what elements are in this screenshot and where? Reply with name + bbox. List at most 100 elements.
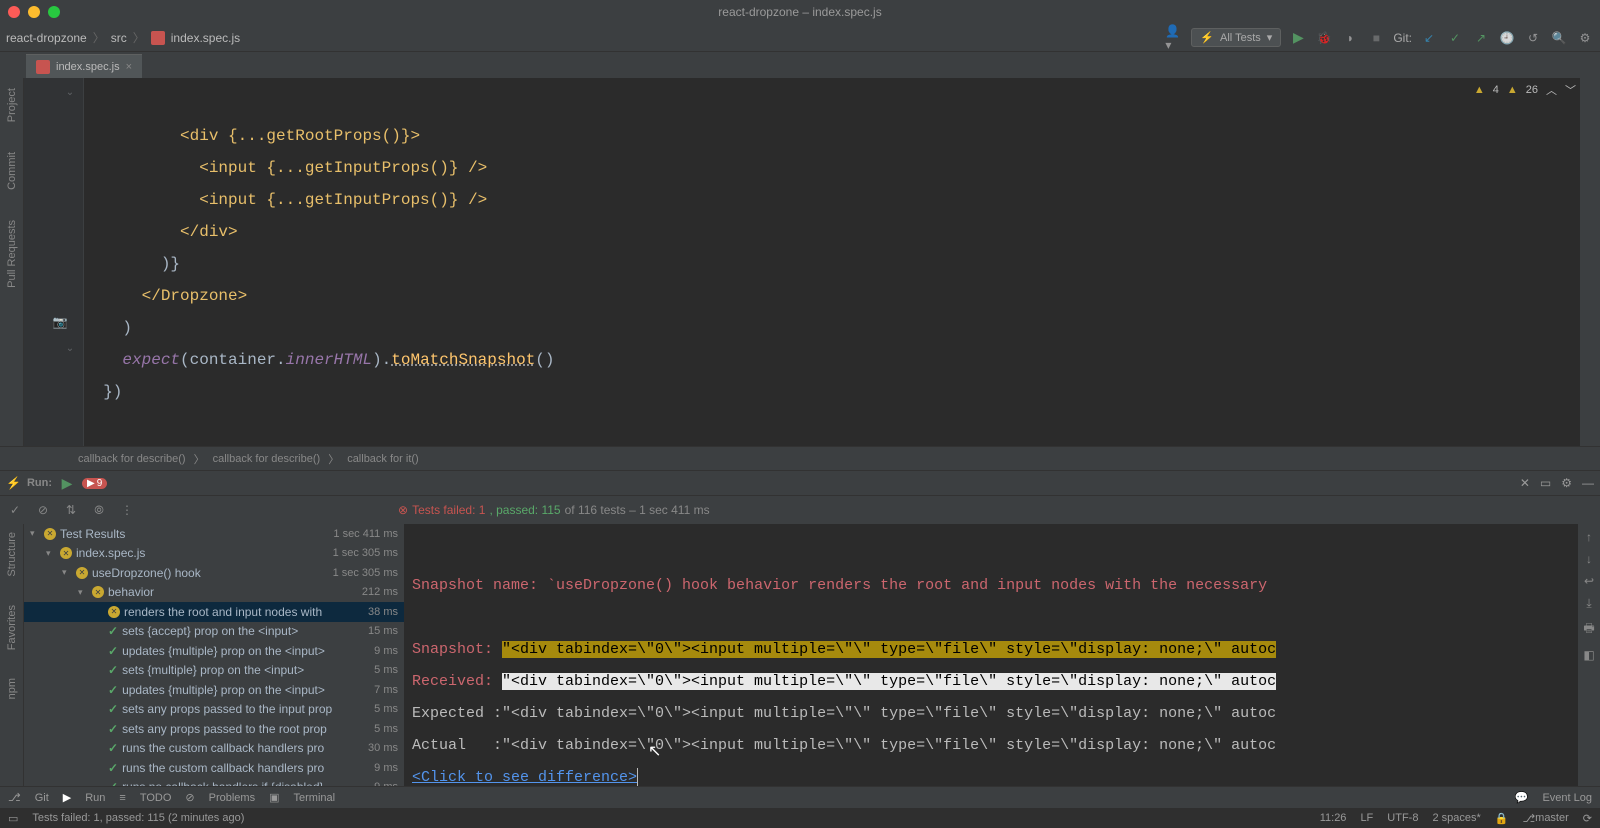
minimize-window-button[interactable]: [28, 6, 40, 18]
status-presentation-icon[interactable]: ▭: [8, 812, 18, 825]
click-to-see-difference-link[interactable]: <Click to see difference>: [412, 769, 637, 786]
tree-expand-icon[interactable]: ▾: [62, 567, 72, 578]
stop-button[interactable]: ■: [1367, 29, 1385, 47]
layout-icon[interactable]: ▭: [1540, 476, 1551, 490]
panel-settings-icon[interactable]: ⚙: [1561, 476, 1572, 490]
print-icon[interactable]: 🖶: [1583, 619, 1594, 640]
readonly-lock-icon[interactable]: 🔒: [1495, 812, 1509, 825]
rerun-button[interactable]: ▶: [58, 474, 76, 492]
inspection-hints[interactable]: ▲4 ▲26 ︿ ﹀: [1474, 82, 1576, 98]
test-duration: 15 ms: [368, 625, 398, 637]
terminal-tool-label[interactable]: Terminal: [294, 792, 336, 804]
test-tree-row[interactable]: ✓ updates {multiple} prop on the <input>…: [24, 680, 404, 700]
chevron-down-icon[interactable]: ﹀: [1565, 82, 1576, 98]
toggle-ignored-icon[interactable]: ⊘: [34, 501, 52, 519]
context-breadcrumb[interactable]: callback for describe()〉 callback for de…: [0, 446, 1600, 470]
test-tree-row[interactable]: ▾ index.spec.js1 sec 305 ms: [24, 544, 404, 564]
status-encoding[interactable]: UTF-8: [1387, 812, 1418, 824]
sort-icon[interactable]: ⇅: [62, 501, 80, 519]
git-commit-icon[interactable]: ✓: [1446, 29, 1464, 47]
terminal-tool-icon[interactable]: ▣: [269, 791, 279, 804]
test-results-tree[interactable]: ▾ Test Results1 sec 411 ms▾ index.spec.j…: [24, 524, 404, 786]
close-window-button[interactable]: [8, 6, 20, 18]
test-tree-row[interactable]: ✓ sets any props passed to the input pro…: [24, 700, 404, 720]
debug-button[interactable]: 🐞: [1315, 29, 1333, 47]
hide-panel-icon[interactable]: ✕: [1520, 476, 1530, 490]
problems-tool-label[interactable]: Problems: [209, 792, 255, 804]
user-icon[interactable]: 👤▾: [1165, 29, 1183, 47]
test-output-console[interactable]: Snapshot name: `useDropzone() hook behav…: [404, 524, 1578, 786]
sidebar-structure[interactable]: Structure: [6, 532, 18, 577]
test-tree-row[interactable]: ✓ runs the custom callback handlers pro9…: [24, 758, 404, 778]
tree-expand-icon[interactable]: ▾: [30, 528, 40, 539]
todo-tool-label[interactable]: TODO: [140, 792, 172, 804]
breadcrumb-project[interactable]: react-dropzone: [6, 31, 87, 45]
coverage-button[interactable]: ◗: [1341, 29, 1359, 47]
status-branch[interactable]: master: [1535, 812, 1569, 824]
revert-icon[interactable]: ↺: [1524, 29, 1542, 47]
run-tool-icon[interactable]: ▶: [63, 791, 71, 804]
git-tool-icon[interactable]: ⎇: [8, 791, 21, 804]
scroll-to-end-icon[interactable]: ⤓: [1586, 596, 1591, 611]
fold-marker-icon[interactable]: ⌄: [62, 340, 78, 356]
sidebar-pull-requests[interactable]: Pull Requests: [6, 220, 18, 288]
rerun-failed-button[interactable]: ▶9: [82, 478, 107, 489]
editor-area[interactable]: ⌄ 📷 ⌄ <div {...getRootProps()}> <input {…: [24, 78, 1600, 446]
breadcrumb-file[interactable]: index.spec.js: [171, 31, 240, 45]
zoom-window-button[interactable]: [48, 6, 60, 18]
git-tool-label[interactable]: Git: [35, 792, 49, 804]
tree-expand-icon[interactable]: ▾: [46, 548, 56, 559]
breadcrumb-folder[interactable]: src: [111, 31, 127, 45]
status-indent[interactable]: 2 spaces*: [1432, 812, 1480, 824]
chevron-up-icon[interactable]: ︿: [1546, 82, 1557, 98]
run-tool-label[interactable]: Run: [85, 792, 105, 804]
sidebar-project[interactable]: Project: [6, 88, 18, 122]
tree-expand-icon[interactable]: ▾: [78, 587, 88, 598]
test-tree-row[interactable]: ✓ runs the custom callback handlers pro3…: [24, 739, 404, 759]
diff-icon[interactable]: ◧: [1583, 648, 1594, 662]
scroll-up-icon[interactable]: ↑: [1586, 530, 1592, 544]
editor-gutter[interactable]: ⌄ 📷 ⌄: [24, 78, 84, 446]
git-push-icon[interactable]: ↗: [1472, 29, 1490, 47]
test-tree-row[interactable]: ✓ sets {multiple} prop on the <input>5 m…: [24, 661, 404, 681]
status-sync-icon[interactable]: ⟳: [1583, 812, 1592, 825]
scroll-down-icon[interactable]: ↓: [1586, 552, 1592, 566]
test-tree-row[interactable]: renders the root and input nodes with38 …: [24, 602, 404, 622]
sidebar-commit[interactable]: Commit: [6, 152, 18, 190]
code-line: <input {...getInputProps()} />: [84, 191, 487, 209]
search-icon[interactable]: 🔍: [1550, 29, 1568, 47]
test-label: renders the root and input nodes with: [124, 605, 322, 619]
test-tree-row[interactable]: ✓ runs no callback handlers if {disabled…: [24, 778, 404, 787]
settings-icon[interactable]: ⚙: [1576, 29, 1594, 47]
todo-tool-icon[interactable]: ≡: [119, 792, 125, 804]
test-tree-row[interactable]: ✓ updates {multiple} prop on the <input>…: [24, 641, 404, 661]
test-tree-row[interactable]: ✓ sets {accept} prop on the <input>15 ms: [24, 622, 404, 642]
test-tree-row[interactable]: ▾ Test Results1 sec 411 ms: [24, 524, 404, 544]
run-button[interactable]: ▶: [1289, 29, 1307, 47]
soft-wrap-icon[interactable]: ↩: [1584, 574, 1594, 588]
run-config-dropdown[interactable]: ⚡ All Tests ▾: [1191, 28, 1281, 47]
event-log-icon[interactable]: 💬: [1515, 791, 1529, 804]
more-icon[interactable]: ⋮: [118, 501, 136, 519]
sidebar-npm[interactable]: npm: [6, 678, 18, 699]
expand-all-icon[interactable]: ⦾: [90, 501, 108, 519]
git-pull-icon[interactable]: ↙: [1420, 29, 1438, 47]
git-branch-icon[interactable]: ⎇: [1522, 812, 1535, 825]
event-log-label[interactable]: Event Log: [1542, 792, 1592, 804]
editor-tab-active[interactable]: index.spec.js ×: [26, 54, 142, 78]
history-icon[interactable]: 🕘: [1498, 29, 1516, 47]
breadcrumb[interactable]: react-dropzone 〉 src 〉 index.spec.js: [6, 29, 1161, 46]
minimize-panel-icon[interactable]: —: [1582, 476, 1594, 490]
toggle-passed-icon[interactable]: ✓: [6, 501, 24, 519]
fold-marker-icon[interactable]: ⌄: [62, 84, 78, 100]
test-tree-row[interactable]: ▾ behavior212 ms: [24, 583, 404, 603]
problems-tool-icon[interactable]: ⊘: [185, 791, 194, 804]
code-editor[interactable]: <div {...getRootProps()}> <input {...get…: [84, 78, 1580, 446]
test-tree-row[interactable]: ▾ useDropzone() hook1 sec 305 ms: [24, 563, 404, 583]
sidebar-favorites[interactable]: Favorites: [6, 605, 18, 650]
snapshot-camera-icon[interactable]: 📷: [52, 314, 68, 330]
test-tree-row[interactable]: ✓ sets any props passed to the root prop…: [24, 719, 404, 739]
close-tab-icon[interactable]: ×: [126, 61, 132, 73]
status-line-sep[interactable]: LF: [1360, 812, 1373, 824]
editor-right-strip[interactable]: [1580, 78, 1600, 446]
